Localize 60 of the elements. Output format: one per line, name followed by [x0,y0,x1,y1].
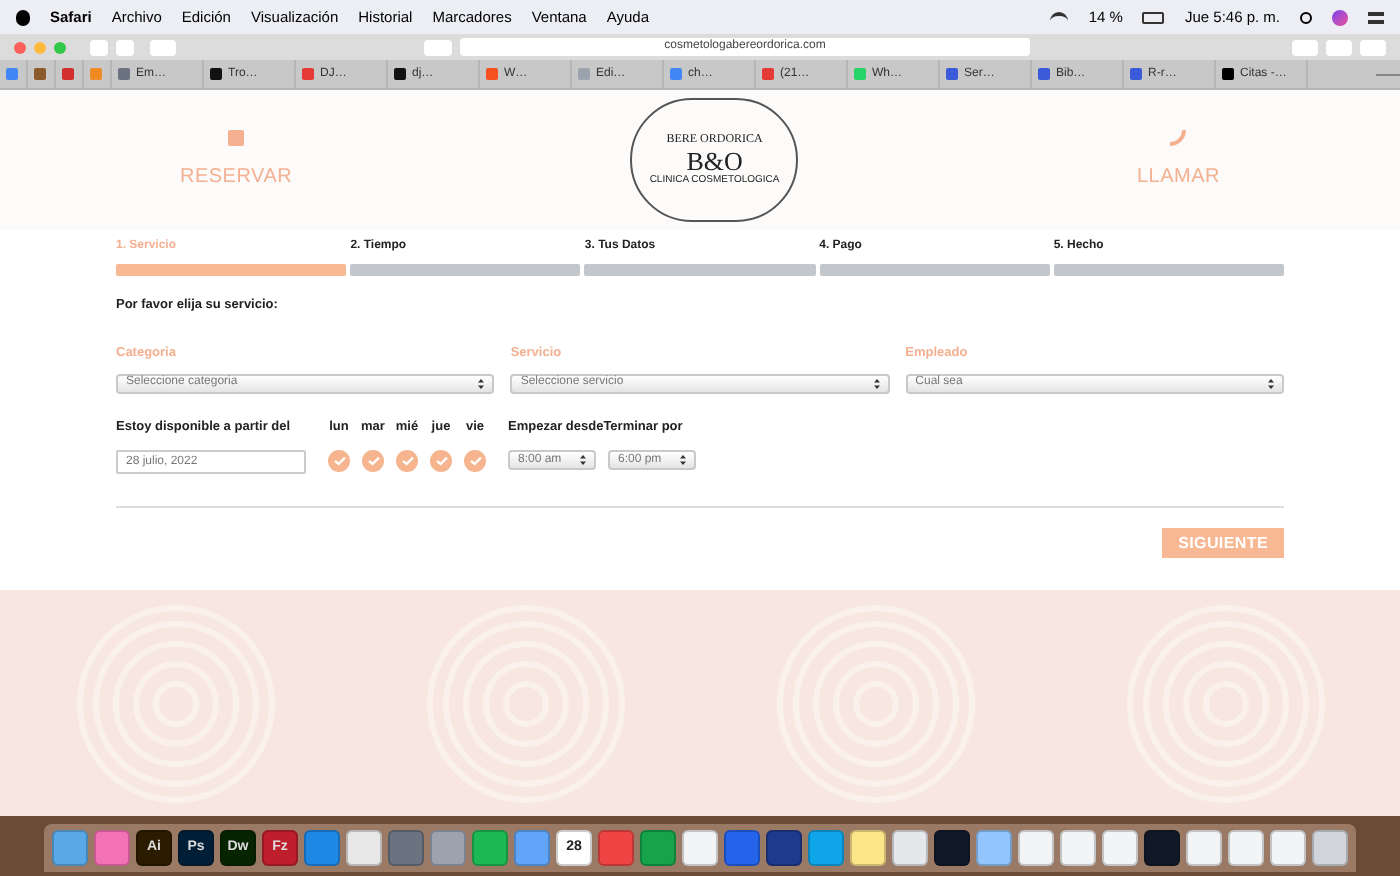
day-checkbox[interactable] [396,450,418,473]
dock-app-icon[interactable] [724,830,760,866]
share-button[interactable] [1326,39,1352,55]
forward-button[interactable] [116,39,134,55]
dock-app-icon[interactable] [94,830,130,866]
siri-icon[interactable] [1332,9,1348,25]
dock-app-icon[interactable] [850,830,886,866]
stepper-icon [873,377,880,389]
list-icon[interactable] [1368,11,1384,23]
download-button[interactable] [1292,39,1318,55]
dock-app-icon[interactable] [766,830,802,866]
day-checkbox[interactable] [328,450,350,473]
dock-app-icon[interactable] [388,830,424,866]
dock-app-icon[interactable] [1144,830,1180,866]
dock-app-icon[interactable] [1102,830,1138,866]
search-icon[interactable] [1300,11,1312,23]
dock-app-icon[interactable] [346,830,382,866]
dock-app-icon[interactable] [514,830,550,866]
dock-app-icon[interactable] [52,830,88,866]
wifi-icon[interactable] [1050,11,1069,23]
day-checkbox[interactable] [430,450,452,473]
battery-icon[interactable] [1142,11,1165,23]
dock-app-icon[interactable] [1060,830,1096,866]
day-checkbox[interactable] [464,450,486,473]
tabs-button[interactable] [1360,39,1386,55]
stepper-icon [580,454,586,467]
stepper-icon [478,377,485,389]
dock-app-icon[interactable] [640,830,676,866]
dock-app-icon[interactable] [1186,830,1222,866]
sidebar-button[interactable] [150,39,176,55]
check-icon [333,456,345,467]
day-checkbox[interactable] [362,450,384,473]
dock-app-icon[interactable] [808,830,844,866]
check-icon [401,456,413,467]
dock-app-icon[interactable] [1018,830,1054,866]
dock-app-icon[interactable] [682,830,718,866]
check-icon [469,456,481,467]
dock-app-icon[interactable] [430,830,466,866]
browser-tab[interactable] [28,60,56,88]
stepper-icon [1267,377,1274,389]
browser-tab[interactable] [0,60,28,88]
check-icon [367,456,379,467]
check-icon [435,456,447,467]
close-button[interactable] [14,41,26,53]
dock-app-icon[interactable] [934,830,970,866]
browser-tab[interactable] [84,60,112,88]
logo-monogram: B&O [686,148,743,175]
dock-app-icon[interactable] [598,830,634,866]
dock-app-icon[interactable] [304,830,340,866]
browser-tab[interactable] [56,60,84,88]
stepper-icon [680,454,686,467]
zoom-button[interactable] [54,41,66,53]
dock-app-icon[interactable] [892,830,928,866]
back-button[interactable] [90,39,108,55]
dock-app-icon[interactable] [1270,830,1306,866]
dock-app-icon[interactable] [1312,830,1348,866]
dock-app-icon[interactable] [976,830,1012,866]
dock-app-icon[interactable] [1228,830,1264,866]
minimize-button[interactable] [34,41,46,53]
dock-app-icon[interactable] [472,830,508,866]
